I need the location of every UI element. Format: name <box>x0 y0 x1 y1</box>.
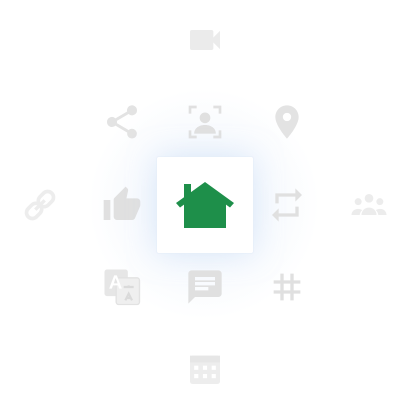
chat-icon <box>185 267 225 307</box>
home-icon <box>174 179 236 231</box>
location-pin-icon <box>267 102 307 142</box>
repeat-icon <box>267 185 307 225</box>
icon-constellation <box>0 0 409 409</box>
center-card[interactable] <box>157 157 253 253</box>
share-icon <box>102 102 142 142</box>
calendar-icon <box>185 349 225 389</box>
link-icon <box>20 185 60 225</box>
person-frame-icon <box>185 102 225 142</box>
thumbs-up-icon <box>102 185 142 225</box>
hashtag-icon <box>267 267 307 307</box>
video-camera-icon <box>185 20 225 60</box>
group-icon <box>349 185 389 225</box>
translate-icon <box>102 267 142 307</box>
